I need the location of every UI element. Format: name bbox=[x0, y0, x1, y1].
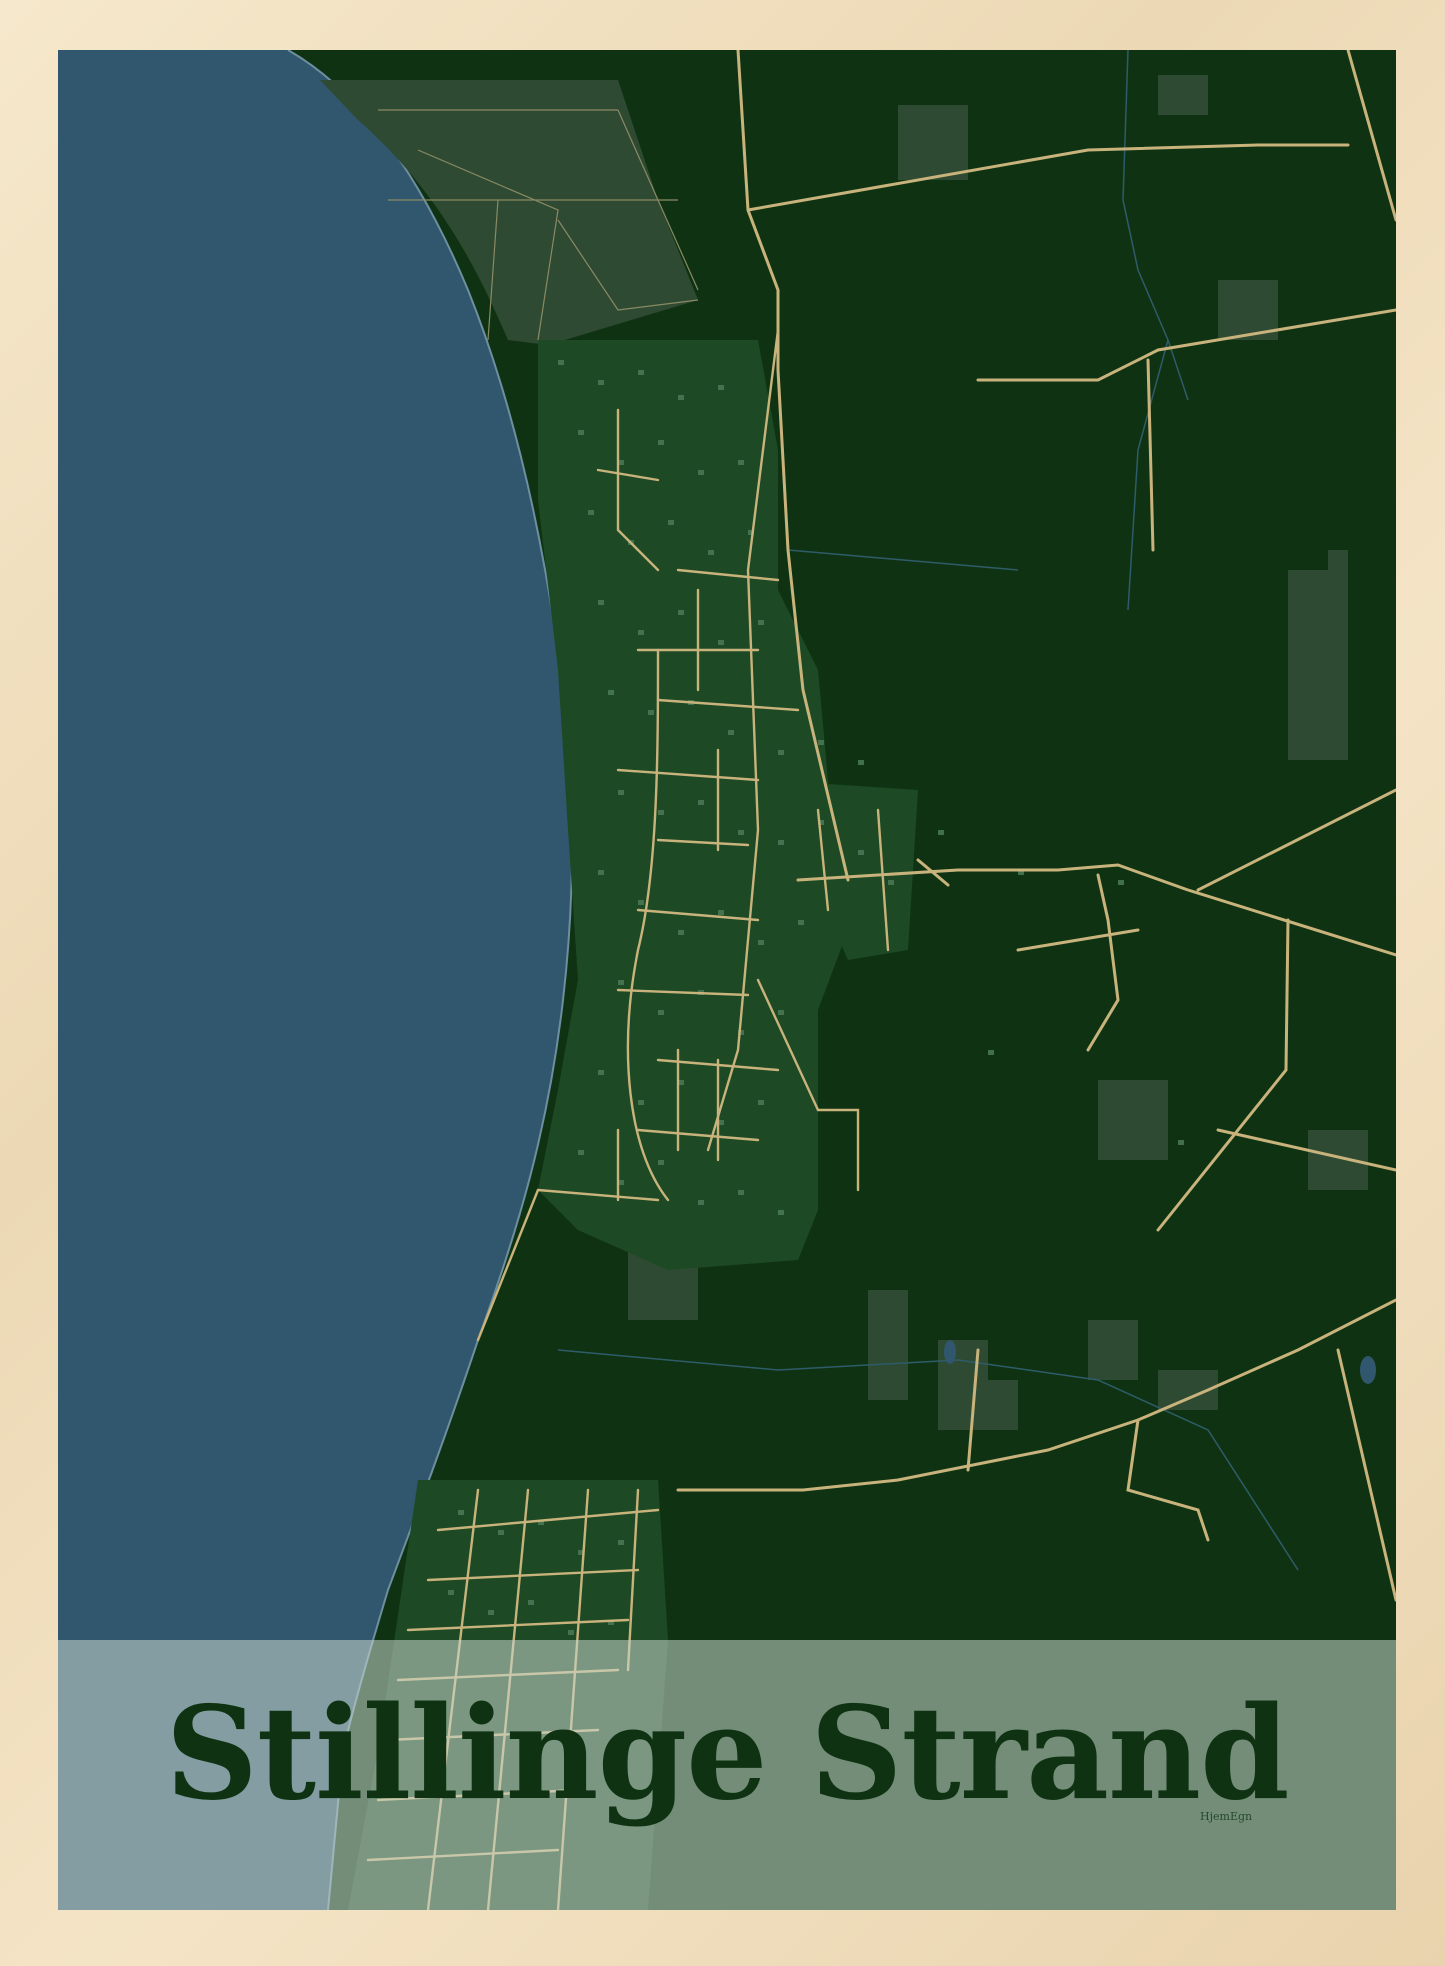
pond bbox=[1360, 1356, 1376, 1384]
map-canvas bbox=[58, 50, 1396, 1910]
map-poster: Stillinge Strand HjemEgn bbox=[58, 50, 1396, 1910]
pond bbox=[944, 1340, 956, 1364]
brand-signature: HjemEgn bbox=[1200, 1810, 1253, 1823]
wooden-frame: Stillinge Strand HjemEgn bbox=[0, 0, 1445, 1966]
poster-title: Stillinge Strand bbox=[165, 1679, 1289, 1829]
